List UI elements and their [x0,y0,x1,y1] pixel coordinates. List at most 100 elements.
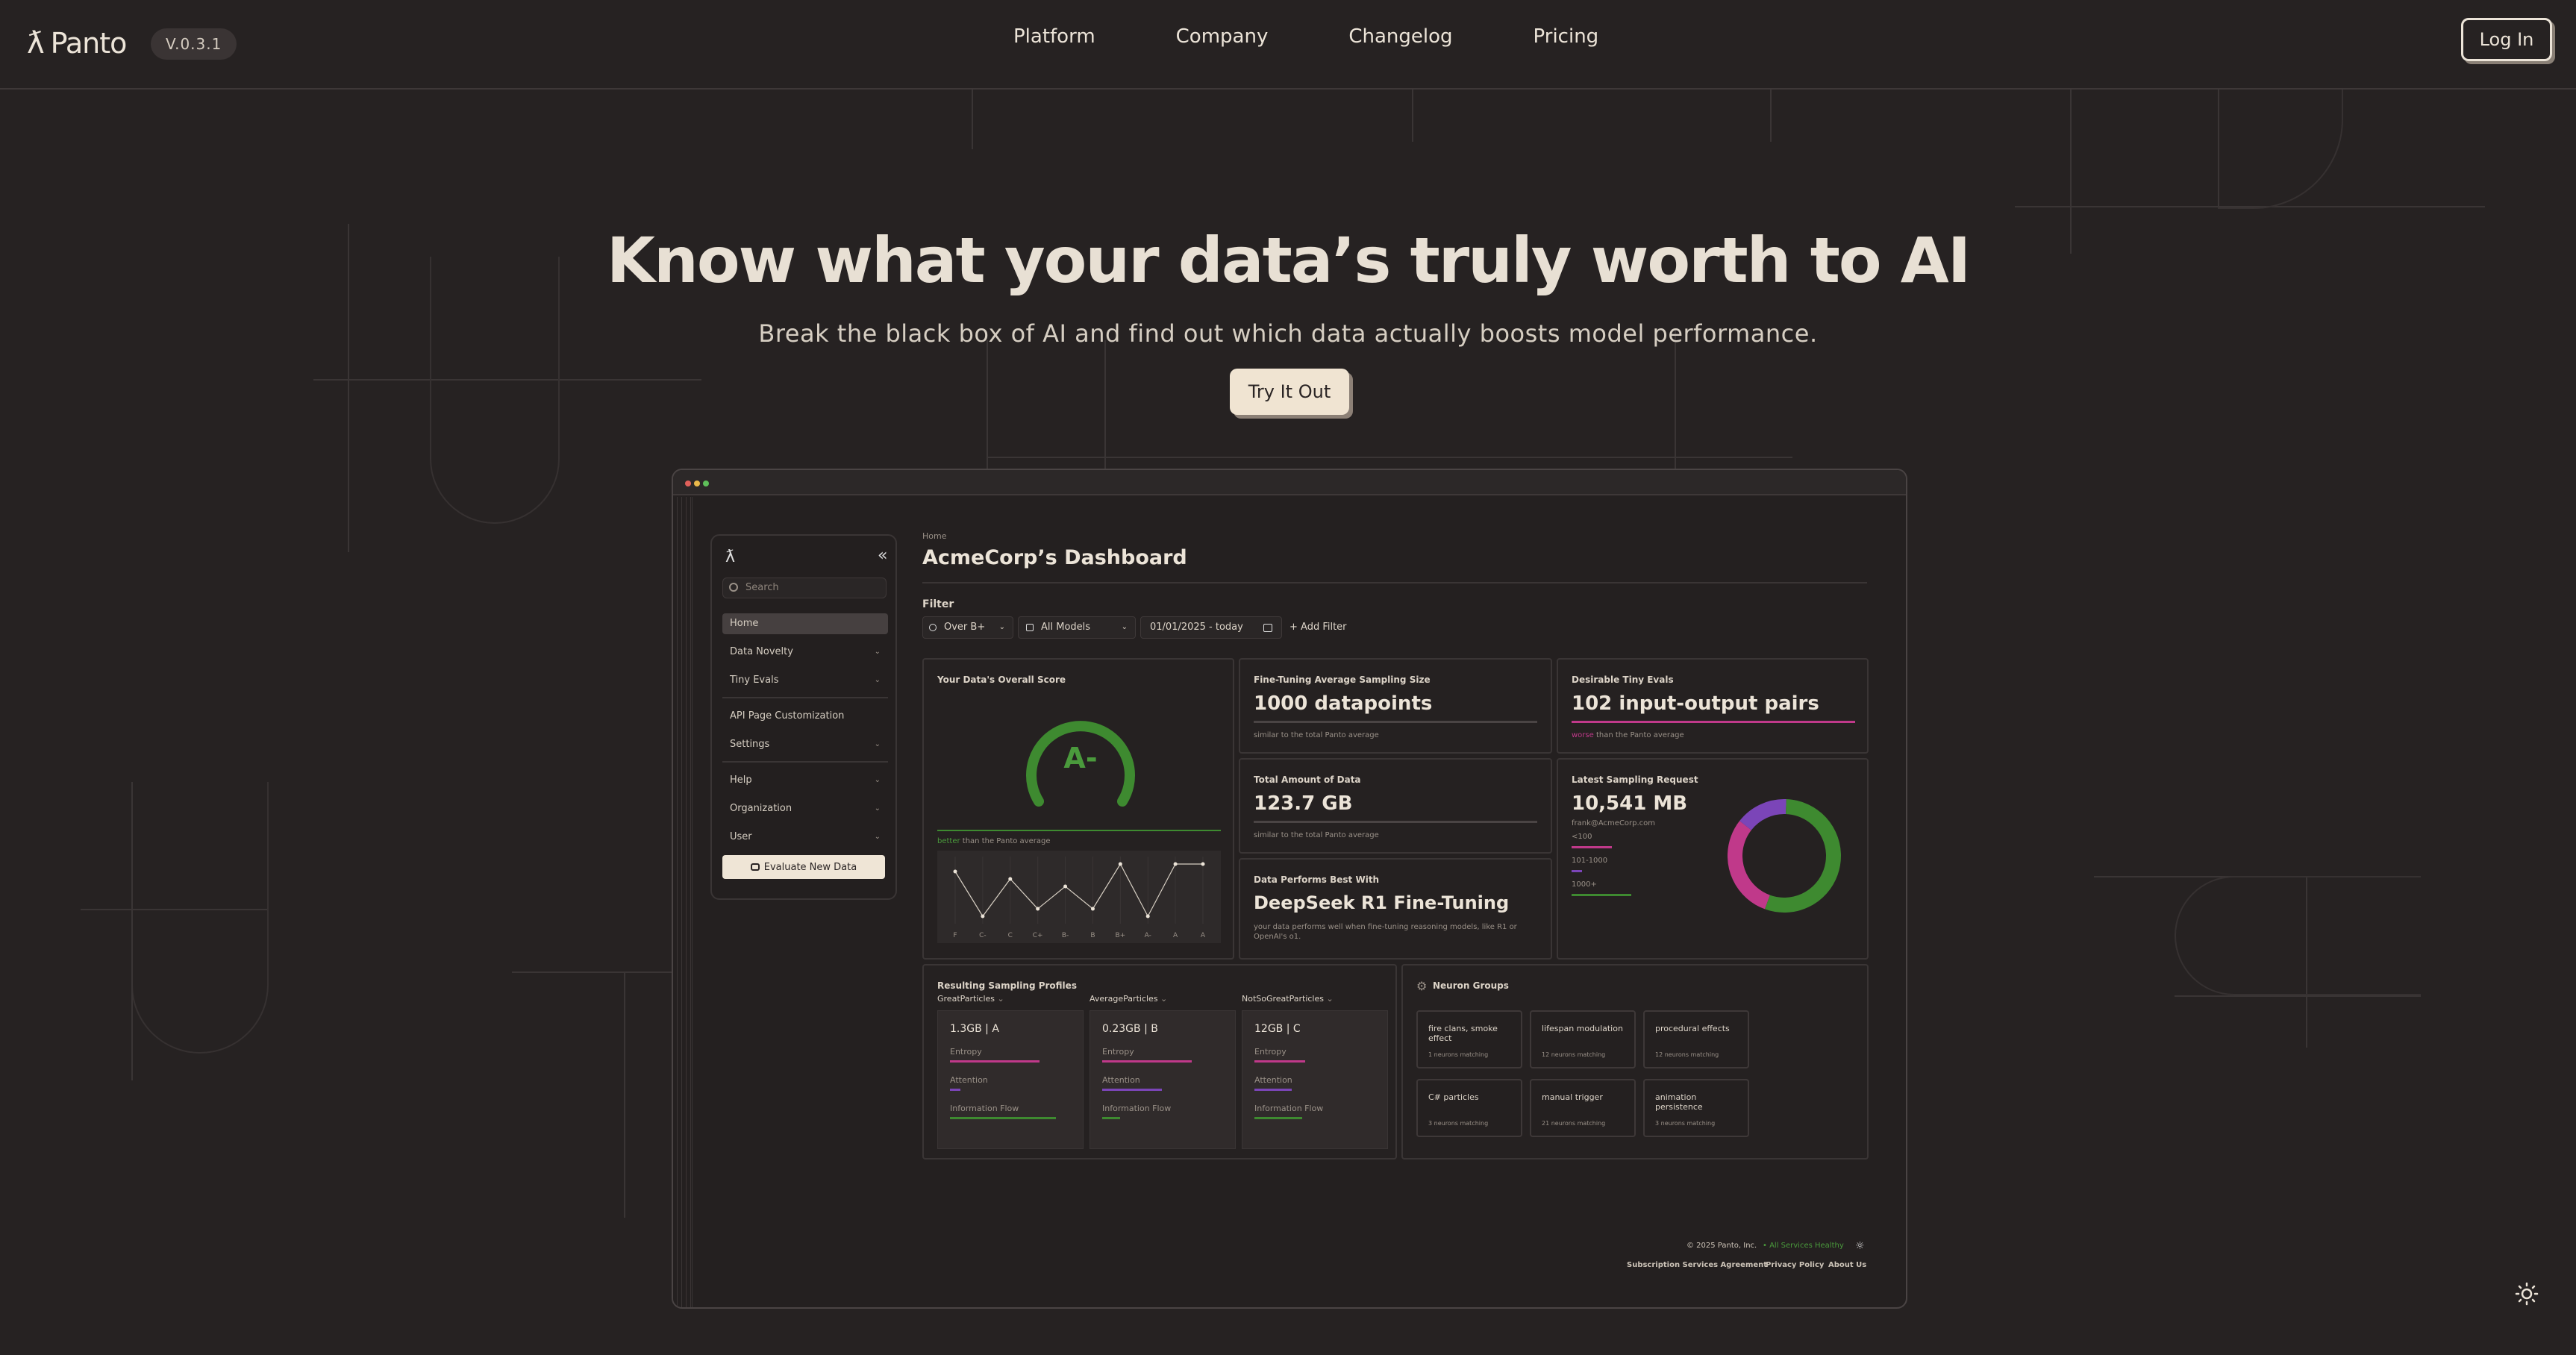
metric-label: Information Flow [1254,1104,1324,1113]
sidebar-item-tiny-evals[interactable]: Tiny Evals ⌄ [722,670,888,691]
add-filter-button[interactable]: + Add Filter [1289,616,1347,639]
window-close-dot [685,481,691,486]
sidebar-search-input[interactable]: Search [722,578,887,598]
grade-tick-label: C+ [1033,932,1043,939]
metric-bar [1254,1117,1302,1119]
theme-toggle-sun-icon[interactable] [2515,1282,2539,1306]
latest-sampling-value: 10,541 MB [1572,792,1688,815]
profile-box[interactable]: 12GB | C Entropy Attention Information F… [1242,1010,1388,1149]
sidebar-divider [722,697,888,698]
brand-logo[interactable]: ƛ Panto [27,26,127,60]
grade-tick-label: C- [979,932,987,939]
neuron-group-count: 1 neurons matching [1428,1051,1489,1058]
try-it-out-button[interactable]: Try It Out [1230,369,1349,415]
neuron-group-count: 12 neurons matching [1655,1051,1719,1058]
comparison-note: than the Panto average [1595,731,1684,739]
metric-bar [950,1117,1056,1119]
tiny-evals-bar [1572,721,1855,723]
profile-box[interactable]: 1.3GB | A Entropy Attention Information … [937,1010,1084,1149]
neuron-group-tile[interactable]: C# particles 3 neurons matching [1416,1079,1522,1137]
search-placeholder: Search [745,582,779,593]
card-title: Fine-Tuning Average Sampling Size [1254,675,1431,685]
sidebar-item-label: Data Novelty [730,646,793,657]
profile-heading: 12GB | C [1254,1023,1301,1035]
neuron-group-tile[interactable]: animation persistence 3 neurons matching [1643,1079,1749,1137]
sidebar-item-label: Help [730,774,752,786]
chevron-down-icon: ⌄ [998,623,1005,631]
sidebar-item-help[interactable]: Help ⌄ [722,770,888,791]
metric-label: Attention [1254,1075,1292,1085]
service-status: • All Services Healthy [1763,1242,1844,1250]
model-filter-select[interactable]: All Models ⌄ [1018,616,1136,639]
grade-point [1201,862,1205,866]
nav-links: Platform Company Changelog Pricing [1013,25,1679,48]
grade-filter-value: Over B+ [944,622,986,633]
panto-logo-icon: ƛ [27,26,45,60]
nav-link-changelog[interactable]: Changelog [1348,25,1452,48]
chevron-down-icon: ⌄ [874,740,881,748]
total-data-bar [1254,821,1537,823]
date-range-filter[interactable]: 01/01/2025 - today [1140,616,1282,639]
sidebar-item-api-page[interactable]: API Page Customization [722,706,888,727]
metric-label: Information Flow [950,1104,1019,1113]
metric-label: Entropy [1102,1047,1134,1057]
sidebar-item-settings[interactable]: Settings ⌄ [722,734,888,755]
grade-point [953,869,957,874]
info-icon: ⌄ [1326,994,1334,1004]
search-icon [729,583,738,592]
hero-title: Know what your data’s truly worth to AI [606,224,1971,297]
sidebar-item-label: Home [730,618,759,629]
neuron-groups-card: ⚙ Neuron Groups fire clans, smoke effect… [1401,964,1869,1160]
neuron-group-tile[interactable]: lifespan modulation 12 neurons matching [1530,1010,1636,1068]
profile-box[interactable]: 0.23GB | B Entropy Attention Information… [1090,1010,1236,1149]
grade-filter-select[interactable]: Over B+ ⌄ [922,616,1013,639]
chevron-down-icon: ⌄ [1121,623,1128,631]
neuron-group-tile[interactable]: fire clans, smoke effect 1 neurons matchi… [1416,1010,1522,1068]
sun-icon[interactable]: ☼ [1855,1240,1865,1252]
info-icon: ⌄ [1160,994,1168,1004]
sidebar-item-label: User [730,831,752,842]
hero-subtitle: Break the black box of AI and find out w… [758,319,1818,348]
breadcrumb[interactable]: Home [922,531,946,541]
sidebar-item-label: API Page Customization [730,710,845,722]
neuron-group-count: 12 neurons matching [1542,1051,1606,1058]
tiny-evals-card: Desirable Tiny Evals 102 input-output pa… [1557,658,1869,754]
nav-link-platform[interactable]: Platform [1013,25,1095,48]
sampling-bar [1254,721,1537,723]
profile-heading: 0.23GB | B [1102,1023,1158,1035]
grade-tick-label: A [1201,932,1206,939]
nav-link-company[interactable]: Company [1176,25,1269,48]
score-grade: A- [1063,742,1098,774]
grade-point [1145,914,1150,919]
footer-link-subscription[interactable]: Subscription Services Agreement [1627,1261,1767,1269]
sun-icon-svg [2515,1282,2539,1306]
login-button[interactable]: Log In [2461,18,2552,61]
footer-link-about[interactable]: About Us [1828,1261,1866,1269]
info-icon: ⌄ [997,994,1004,1004]
neuron-group-tile[interactable]: manual trigger 21 neurons matching [1530,1079,1636,1137]
metric-label: Entropy [950,1047,982,1057]
grade-tick-label: C [1008,932,1013,939]
card-title: Total Amount of Data [1254,774,1361,785]
sidebar-item-organization[interactable]: Organization ⌄ [722,798,888,819]
neuron-group-tile[interactable]: procedural effects 12 neurons matching [1643,1010,1749,1068]
grade-point [1173,862,1178,866]
top-navbar: ƛ Panto V.0.3.1 Platform Company Changel… [0,0,2576,90]
sidebar-item-user[interactable]: User ⌄ [722,827,888,848]
footer-link-privacy[interactable]: Privacy Policy [1766,1261,1824,1269]
neuron-icon: ⚙ [1416,979,1428,993]
dashboard-sidebar: ƛ « Search Home Data Novelty ⌄ Tiny Evals… [710,534,897,900]
sidebar-item-home[interactable]: Home [722,613,888,634]
collapse-sidebar-icon[interactable]: « [878,546,887,565]
best-model-note: your data performs well when fine-tuning… [1254,923,1517,941]
sidebar-item-label: Organization [730,803,793,814]
nav-link-pricing[interactable]: Pricing [1534,25,1599,48]
evaluate-new-data-button[interactable]: Evaluate New Data [722,855,885,879]
metric-label: Entropy [1254,1047,1287,1057]
total-data-note: similar to the total Panto average [1254,831,1379,839]
sidebar-item-data-novelty[interactable]: Data Novelty ⌄ [722,642,888,663]
sidebar-item-label: Settings [730,739,770,750]
latest-sampling-card: Latest Sampling Request 10,541 MB frank@… [1557,758,1869,960]
grade-line-chart: F C- C C+ B- B B+ A- A A [937,851,1221,943]
card-title: Data Performs Best With [1254,874,1380,885]
